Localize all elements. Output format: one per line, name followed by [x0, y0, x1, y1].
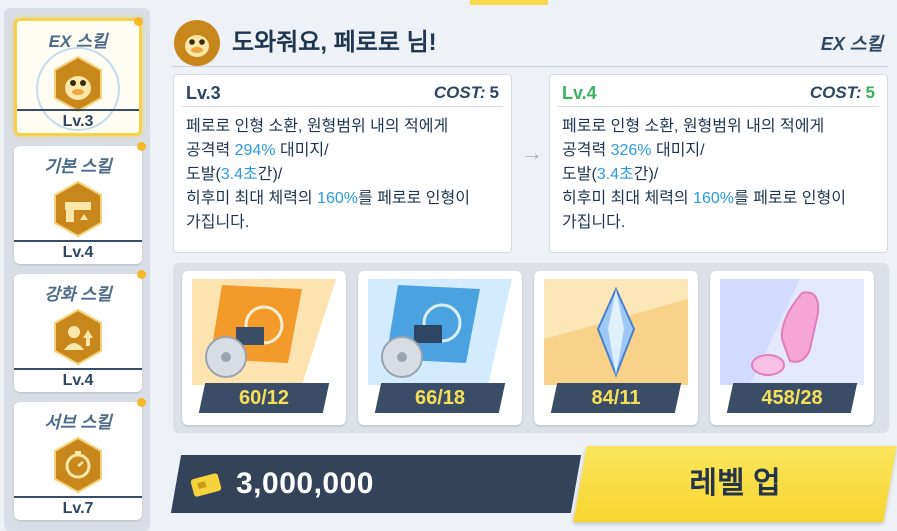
- next-description: 페로로 인형 소환, 원형범위 내의 적에게 공격력 326% 대미지/ 도발(…: [562, 115, 877, 235]
- material-count-badge: 458/28: [726, 383, 858, 413]
- current-level: Lv.3: [186, 83, 221, 103]
- material-item[interactable]: 84/11: [534, 271, 698, 425]
- next-level: Lv.4: [562, 83, 597, 103]
- tab-label: 서브 스킬: [44, 413, 112, 432]
- current-description: 페로로 인형 소환, 원형범위 내의 적에게 공격력 294% 대미지/ 도발(…: [186, 115, 501, 235]
- tab-level: Lv.4: [14, 368, 142, 392]
- cost-value: 5: [489, 83, 499, 102]
- notification-dot: [137, 398, 146, 407]
- tab-level: Lv.7: [14, 496, 142, 520]
- material-count-badge: 84/11: [550, 383, 682, 413]
- notification-dot: [137, 270, 146, 279]
- material-count: 66/18: [414, 387, 466, 409]
- skill-type-label: EX 스킬: [820, 34, 883, 54]
- next-cost: COST: 5: [810, 83, 875, 103]
- credit-amount: 3,000,000: [236, 467, 374, 500]
- tab-basic-skill[interactable]: 기본 스킬 Lv.4: [14, 142, 146, 264]
- card-header: Lv.4 COST: 5: [558, 75, 879, 107]
- material-item[interactable]: 60/12: [182, 271, 346, 425]
- desc-line: 공격력 326% 대미지/: [562, 142, 705, 159]
- desc-line: 가집니다.: [562, 214, 626, 231]
- cost-label: COST:: [433, 83, 486, 102]
- arrow-right-icon: →: [521, 140, 543, 165]
- desc-line: 가집니다.: [186, 214, 250, 231]
- credit-card-icon: [190, 473, 222, 497]
- duck-icon: [54, 55, 102, 113]
- duck-icon: [174, 20, 220, 66]
- material-count: 458/28: [761, 387, 823, 409]
- material-count-badge: 66/18: [374, 383, 506, 413]
- material-item[interactable]: 66/18: [358, 271, 522, 425]
- tab-label: 기본 스킬: [44, 157, 112, 176]
- current-level-card: Lv.3 COST: 5 페로로 인형 소환, 원형범위 내의 적에게 공격력 2…: [173, 74, 512, 253]
- desc-line: 히후미 최대 체력의 160%를 페로로 인형이: [562, 190, 846, 207]
- cost-timer-icon: [54, 436, 102, 494]
- tab-ex-skill[interactable]: EX 스킬 Lv.3: [14, 17, 143, 136]
- tab-label: 강화 스킬: [44, 285, 112, 304]
- tab-sub-skill[interactable]: 서브 스킬 Lv.7: [14, 398, 146, 520]
- ex-skill-disc-blue-icon: [368, 279, 512, 385]
- gun-icon: [54, 180, 102, 238]
- notification-dot: [134, 17, 143, 26]
- tab-enhanced-skill[interactable]: 강화 스킬 Lv.4: [14, 270, 146, 392]
- desc-line: 공격력 294% 대미지/: [186, 142, 329, 159]
- character-upgrade-icon: [54, 308, 102, 366]
- desc-line: 페로로 인형 소환, 원형범위 내의 적에게: [562, 118, 825, 135]
- desc-line: 도발(3.4초간)/: [186, 166, 283, 183]
- materials-panel: 60/12 66/18 84/11 458/28: [173, 263, 889, 433]
- desc-line: 페로로 인형 소환, 원형범위 내의 적에게: [186, 118, 449, 135]
- notification-dot: [137, 142, 146, 151]
- cost-label: COST:: [809, 83, 862, 102]
- credit-display: 3,000,000: [190, 455, 374, 513]
- tab-level: Lv.3: [17, 109, 139, 133]
- material-count-badge: 60/12: [198, 383, 330, 413]
- ex-skill-disc-orange-icon: [192, 279, 336, 385]
- material-item[interactable]: 458/28: [710, 271, 874, 425]
- current-cost: COST: 5: [434, 83, 499, 103]
- desc-line: 히후미 최대 체력의 160%를 페로로 인형이: [186, 190, 470, 207]
- next-level-card: Lv.4 COST: 5 페로로 인형 소환, 원형범위 내의 적에게 공격력 3…: [549, 74, 888, 253]
- blue-crystal-icon: [544, 279, 688, 385]
- desc-line: 도발(3.4초간)/: [562, 166, 659, 183]
- material-count: 60/12: [238, 387, 290, 409]
- top-accent-bar: [470, 0, 548, 5]
- skill-sidebar: EX 스킬 Lv.3 기본 스킬 Lv.4 강화 스킬 Lv.4 서브 스킬 L…: [4, 8, 150, 531]
- pink-artifact-icon: [720, 279, 864, 385]
- header-divider: [172, 66, 888, 67]
- material-count: 84/11: [591, 387, 641, 409]
- card-header: Lv.3 COST: 5: [182, 75, 503, 107]
- tab-level: Lv.4: [14, 240, 142, 264]
- level-up-label: 레벨 업: [689, 467, 781, 500]
- level-up-button[interactable]: 레벨 업: [573, 446, 897, 522]
- skill-title: 도와줘요, 페로로 님!: [232, 29, 437, 56]
- cost-value: 5: [865, 83, 875, 102]
